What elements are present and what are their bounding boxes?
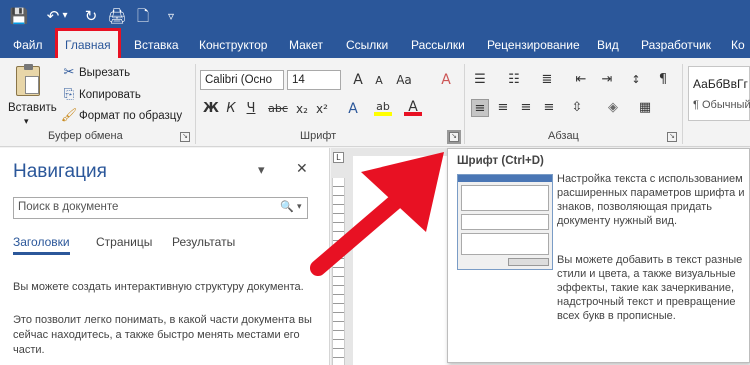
shrink-font-icon[interactable]: A <box>370 72 388 90</box>
borders-icon[interactable]: ▦ <box>636 99 654 117</box>
ribbon: Вставить ▾ ✂ Вырезать ⎘ Копировать 🖌 Фор… <box>0 58 750 147</box>
superscript-icon[interactable]: x² <box>313 100 331 118</box>
bold-icon[interactable]: Ж <box>202 100 220 118</box>
clear-formatting-icon[interactable]: A <box>437 71 455 89</box>
ribbon-tabs: Файл Главная Вставка Конструктор Макет С… <box>0 28 750 62</box>
tab-design[interactable]: Конструктор <box>199 33 267 58</box>
line-spacing-icon[interactable]: ⇳ <box>568 99 586 117</box>
tab-home[interactable]: Главная <box>55 28 121 62</box>
align-center-icon[interactable]: ≡ <box>494 99 512 117</box>
nav-help-text-1: Вы можете создать интерактивную структур… <box>13 281 304 293</box>
paragraph-group-label: Абзац <box>548 130 579 142</box>
style-sample-text: АаБбВвГг <box>693 77 748 91</box>
font-launcher-icon[interactable]: ↘ <box>447 130 461 144</box>
paste-icon <box>16 64 40 96</box>
customize-toolbar-icon[interactable]: ▿ <box>160 5 182 27</box>
change-case-icon[interactable]: Aa <box>392 71 416 89</box>
group-separator <box>464 64 465 144</box>
style-name-label: ¶ Обычный <box>693 99 750 111</box>
style-normal-tile[interactable]: АаБбВвГг ¶ Обычный <box>688 66 750 121</box>
group-separator <box>195 64 196 144</box>
show-marks-icon[interactable]: ¶ <box>654 71 672 89</box>
tab-review[interactable]: Рецензирование <box>487 33 580 58</box>
shading-icon[interactable]: ◈ <box>604 99 622 117</box>
tab-insert[interactable]: Вставка <box>134 33 179 58</box>
align-right-icon[interactable]: ≡ <box>517 99 535 117</box>
tab-selector[interactable]: L <box>333 152 344 163</box>
format-painter-icon[interactable]: 🖌 <box>60 107 78 125</box>
strikethrough-icon[interactable]: abc <box>266 100 290 118</box>
tab-mailings[interactable]: Рассылки <box>411 33 465 58</box>
new-document-icon[interactable]: 🗋 <box>132 5 154 27</box>
vertical-ruler[interactable] <box>332 178 345 365</box>
align-left-icon[interactable]: ≡ <box>471 99 489 117</box>
increase-indent-icon[interactable]: ⇥ <box>598 71 616 89</box>
clipboard-launcher-icon[interactable]: ↘ <box>180 132 190 142</box>
clipboard-group-label: Буфер обмена <box>48 130 123 142</box>
justify-icon[interactable]: ≡ <box>540 99 558 117</box>
text-effects-icon[interactable]: A <box>344 100 362 118</box>
tab-view[interactable]: Вид <box>597 33 619 58</box>
navigation-pane: Навигация ▾ ✕ Поиск в документе 🔍 ▾ Заго… <box>0 148 330 365</box>
cut-button[interactable]: Вырезать <box>79 67 130 79</box>
undo-dropdown-icon[interactable]: ▾ <box>60 5 70 27</box>
tooltip-description-1: Настройка текста с использованием расшир… <box>557 173 745 227</box>
nav-title: Навигация <box>13 161 107 182</box>
decrease-indent-icon[interactable]: ⇤ <box>572 71 590 89</box>
underline-icon[interactable]: Ч <box>242 100 260 118</box>
multilevel-list-icon[interactable]: ≣ <box>538 71 556 89</box>
group-separator <box>682 64 683 144</box>
redo-icon[interactable]: ↻ <box>80 5 102 27</box>
nav-tab-headings[interactable]: Заголовки <box>13 235 70 255</box>
tab-more[interactable]: Ко <box>731 33 745 58</box>
search-input[interactable]: Поиск в документе <box>18 201 118 213</box>
format-painter-button[interactable]: Формат по образцу <box>79 110 182 122</box>
print-preview-icon[interactable]: 🖨 <box>106 5 128 27</box>
sort-icon[interactable]: ↕ <box>627 71 645 89</box>
tooltip-title: Шрифт (Ctrl+D) <box>457 155 544 167</box>
grow-font-icon[interactable]: A <box>349 71 367 89</box>
numbering-icon[interactable]: ☷ <box>505 71 523 89</box>
italic-icon[interactable]: К <box>222 100 240 118</box>
nav-search-box[interactable]: Поиск в документе 🔍 ▾ <box>13 197 308 219</box>
nav-close-icon[interactable]: ✕ <box>296 161 308 177</box>
tab-layout[interactable]: Макет <box>289 33 323 58</box>
bullets-icon[interactable]: ☰ <box>471 71 489 89</box>
search-options-icon[interactable]: ▾ <box>297 201 302 212</box>
search-icon[interactable]: 🔍 <box>280 200 294 213</box>
nav-options-icon[interactable]: ▾ <box>258 162 265 178</box>
font-name-combo[interactable]: Calibri (Осно <box>200 70 284 90</box>
save-icon[interactable]: 💾 <box>8 5 30 27</box>
paste-label: Вставить <box>8 102 57 114</box>
tab-file[interactable]: Файл <box>13 33 43 58</box>
copy-icon[interactable]: ⎘ <box>60 86 78 104</box>
nav-tab-pages[interactable]: Страницы <box>96 235 152 249</box>
paste-dropdown-icon[interactable]: ▾ <box>24 116 29 127</box>
paragraph-launcher-icon[interactable]: ↘ <box>667 132 677 142</box>
tooltip-description-2: Вы можете добавить в текст разные стили … <box>557 254 743 322</box>
paste-button[interactable]: Вставить ▾ <box>6 64 57 127</box>
font-tooltip: Шрифт (Ctrl+D) Настройка текста с исполь… <box>447 148 750 363</box>
subscript-icon[interactable]: x₂ <box>293 100 311 118</box>
cut-icon[interactable]: ✂ <box>60 64 78 82</box>
copy-button[interactable]: Копировать <box>79 89 141 101</box>
font-dialog-thumbnail <box>457 174 553 270</box>
highlight-color-icon[interactable]: ab <box>374 98 392 116</box>
font-group-label: Шрифт <box>300 130 337 142</box>
font-size-combo[interactable]: 14 <box>287 70 341 90</box>
font-color-icon[interactable]: A <box>404 98 422 116</box>
nav-tab-results[interactable]: Результаты <box>172 235 235 249</box>
quick-access-toolbar: 💾 ↶ ▾ ↻ 🖨 🗋 ▿ <box>0 0 750 33</box>
tab-developer[interactable]: Разработчик <box>641 33 711 58</box>
tab-references[interactable]: Ссылки <box>346 33 388 58</box>
nav-help-text-2: Это позволит легко понимать, в какой час… <box>13 314 312 356</box>
